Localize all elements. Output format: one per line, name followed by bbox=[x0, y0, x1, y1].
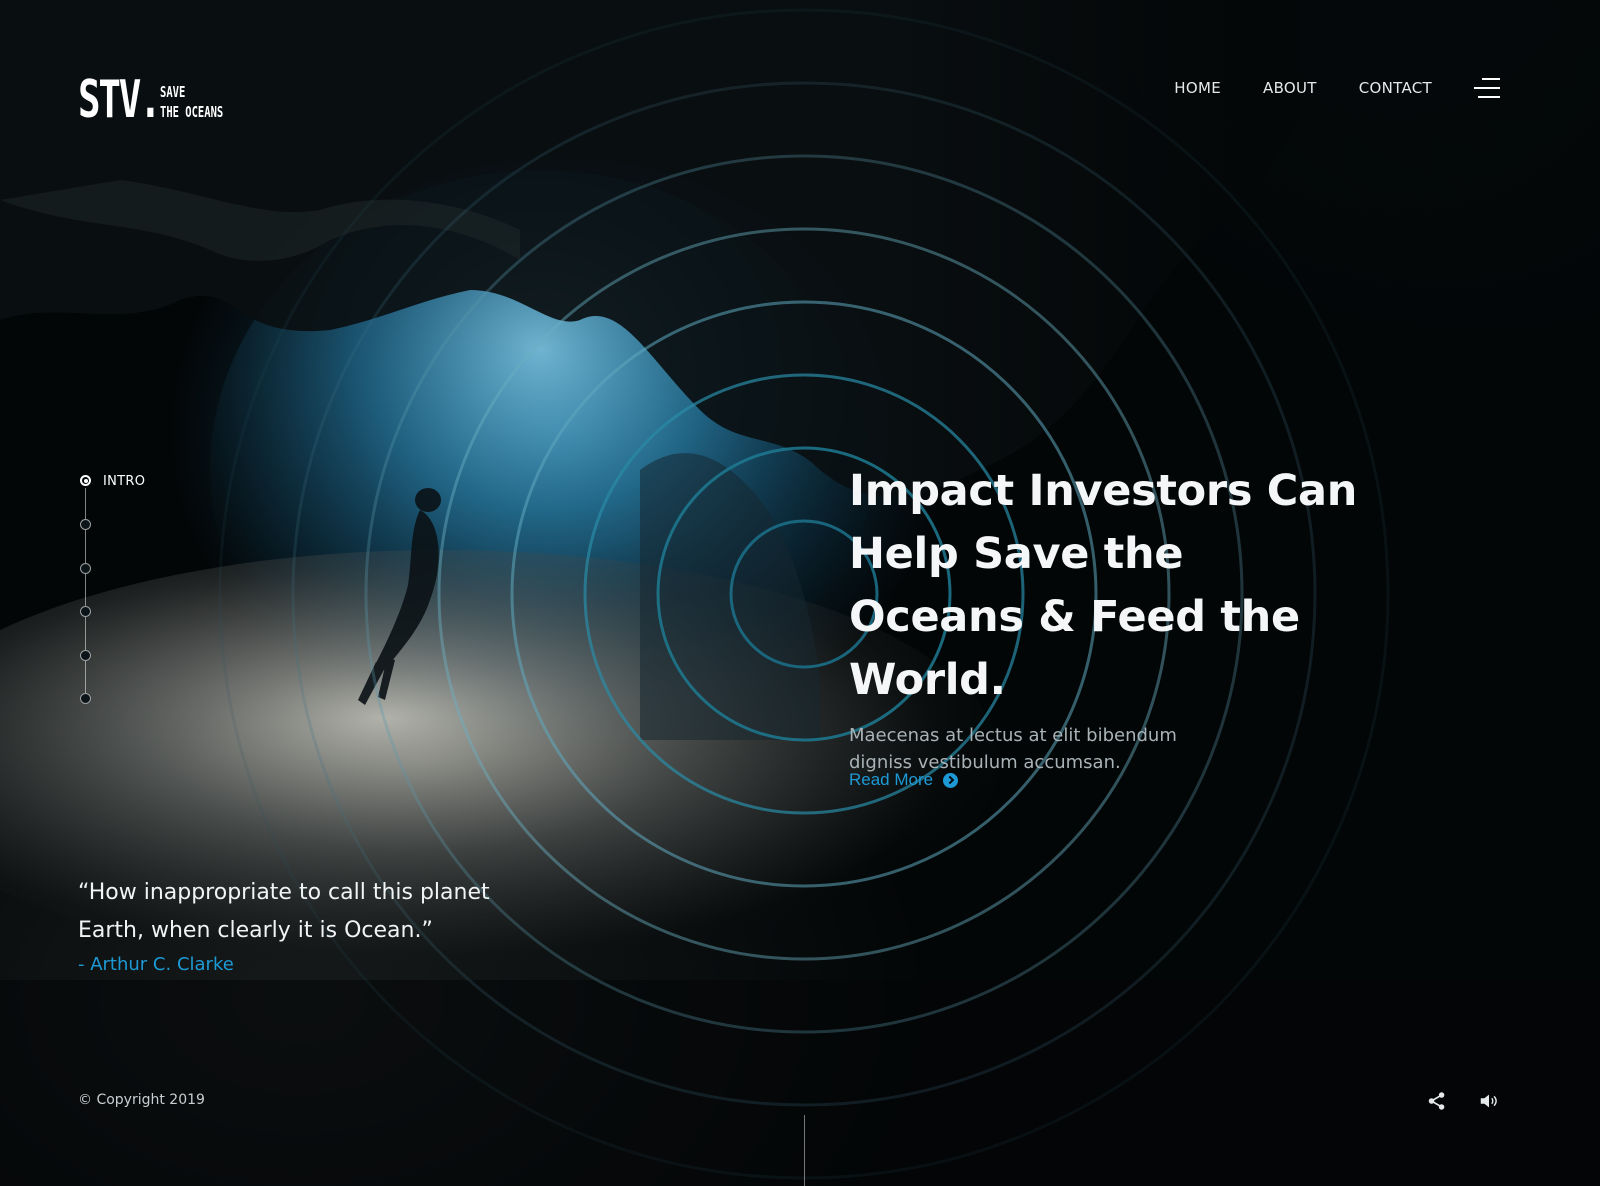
progress-active-label: INTRO bbox=[103, 474, 146, 489]
logo-tagline-line2: THE OCEANS bbox=[160, 103, 224, 121]
brand-logo[interactable]: STV. SAVE THE OCEANS bbox=[78, 70, 250, 130]
progress-dot-intro[interactable] bbox=[80, 475, 91, 486]
read-more-link[interactable]: Read More bbox=[849, 770, 959, 790]
progress-dot-4[interactable] bbox=[80, 606, 91, 617]
logo-tagline: SAVE THE OCEANS bbox=[160, 82, 250, 122]
progress-dot-5[interactable] bbox=[80, 650, 91, 661]
share-icon[interactable] bbox=[1426, 1090, 1448, 1112]
hero-subtitle: Maecenas at lectus at elit bibendum dign… bbox=[849, 725, 1177, 773]
hero-title: Impact Investors Can Help Save the Ocean… bbox=[849, 466, 1358, 705]
main-nav: HOME ABOUT CONTACT bbox=[1174, 78, 1500, 98]
copyright-text: © Copyright 2019 bbox=[78, 1092, 205, 1108]
quote-author: - Arthur C. Clarke bbox=[78, 954, 234, 975]
nav-about[interactable]: ABOUT bbox=[1263, 79, 1317, 97]
arrow-circle-right-icon bbox=[943, 772, 959, 788]
nav-contact[interactable]: CONTACT bbox=[1359, 79, 1432, 97]
hamburger-menu-icon[interactable] bbox=[1474, 78, 1500, 98]
progress-dot-2[interactable] bbox=[80, 519, 91, 530]
read-more-label: Read More bbox=[849, 770, 934, 789]
progress-dot-6[interactable] bbox=[80, 693, 91, 704]
nav-home[interactable]: HOME bbox=[1174, 79, 1221, 97]
footer-actions bbox=[1426, 1090, 1500, 1112]
logo-tagline-line1: SAVE bbox=[160, 83, 186, 101]
quote-block: “How inappropriate to call this planet E… bbox=[78, 874, 518, 975]
hero-content: Impact Investors Can Help Save the Ocean… bbox=[849, 460, 1369, 776]
progress-dot-3[interactable] bbox=[80, 563, 91, 574]
volume-icon[interactable] bbox=[1478, 1090, 1500, 1112]
logo-mark: STV. bbox=[78, 70, 162, 130]
hero-stage: STV. SAVE THE OCEANS HOME ABOUT CONTACT … bbox=[0, 0, 1600, 1186]
quote-text: “How inappropriate to call this planet E… bbox=[78, 880, 490, 943]
scroll-indicator-line bbox=[804, 1115, 805, 1186]
